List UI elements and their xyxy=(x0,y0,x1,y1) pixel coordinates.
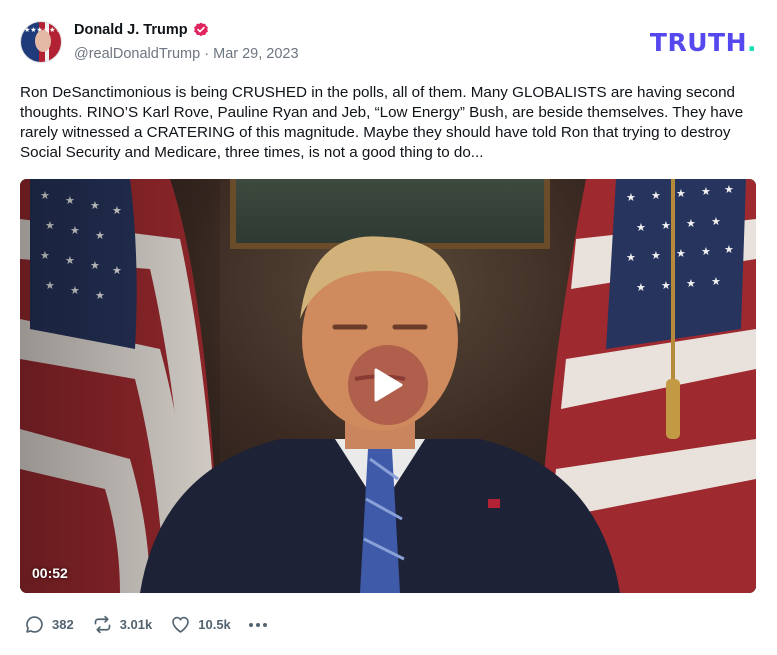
retruth-button[interactable]: 3.01k xyxy=(92,614,153,635)
more-dot xyxy=(262,622,267,627)
logo-dot: . xyxy=(747,28,757,57)
post-meta: @realDonaldTrump · Mar 29, 2023 xyxy=(74,46,299,62)
post-date[interactable]: Mar 29, 2023 xyxy=(213,46,298,62)
play-button[interactable] xyxy=(348,345,428,425)
video-duration: 00:52 xyxy=(32,565,68,581)
author-handle[interactable]: @realDonaldTrump xyxy=(74,46,200,62)
repost-icon xyxy=(94,615,111,634)
reply-button[interactable]: 382 xyxy=(24,614,74,635)
svg-text:★: ★ xyxy=(651,189,661,202)
post-card: ★★★★★★ Donald J. Trump @realDonaldTrump … xyxy=(0,0,777,655)
like-button[interactable]: 10.5k xyxy=(170,614,231,635)
play-icon xyxy=(374,368,403,402)
svg-text:★: ★ xyxy=(676,187,686,200)
logo-text: TRUTH xyxy=(649,28,747,57)
svg-text:★: ★ xyxy=(626,191,636,204)
author-row: Donald J. Trump xyxy=(74,22,209,38)
svg-text:★: ★ xyxy=(651,249,661,262)
svg-text:★: ★ xyxy=(711,275,721,288)
avatar-flag-stars: ★★★★★★ xyxy=(24,26,61,34)
author-name[interactable]: Donald J. Trump xyxy=(74,22,188,38)
more-dots-icon[interactable] xyxy=(248,619,267,631)
svg-text:★: ★ xyxy=(701,245,711,258)
more-dot xyxy=(255,622,260,627)
truth-logo[interactable]: TRUTH. xyxy=(650,28,757,57)
svg-text:★: ★ xyxy=(724,243,734,256)
svg-text:★: ★ xyxy=(661,219,671,232)
like-count: 10.5k xyxy=(198,617,231,632)
svg-text:★: ★ xyxy=(701,185,711,198)
comment-icon xyxy=(26,616,43,633)
more-dot xyxy=(248,622,253,627)
meta-separator: · xyxy=(204,46,210,62)
retruth-count: 3.01k xyxy=(119,617,153,632)
svg-text:★: ★ xyxy=(686,277,696,290)
svg-text:★: ★ xyxy=(676,247,686,260)
svg-text:★: ★ xyxy=(686,217,696,230)
reply-count: 382 xyxy=(52,617,74,632)
svg-text:★: ★ xyxy=(711,215,721,228)
action-bar: 382 3.01k 10.5k xyxy=(24,614,267,635)
video-player[interactable]: ★★★★ ★★★ ★★★★ ★★★ ★★★★★ ★★★★ ★★★★★ ★★★★ xyxy=(20,179,756,593)
post-text: Ron DeSanctimonious is being CRUSHED in … xyxy=(20,84,744,161)
verified-badge-icon xyxy=(193,22,208,37)
heart-icon xyxy=(172,616,190,633)
svg-text:★: ★ xyxy=(724,183,734,196)
avatar[interactable]: ★★★★★★ xyxy=(20,21,62,63)
avatar-face xyxy=(35,30,51,52)
svg-text:★: ★ xyxy=(661,279,671,292)
